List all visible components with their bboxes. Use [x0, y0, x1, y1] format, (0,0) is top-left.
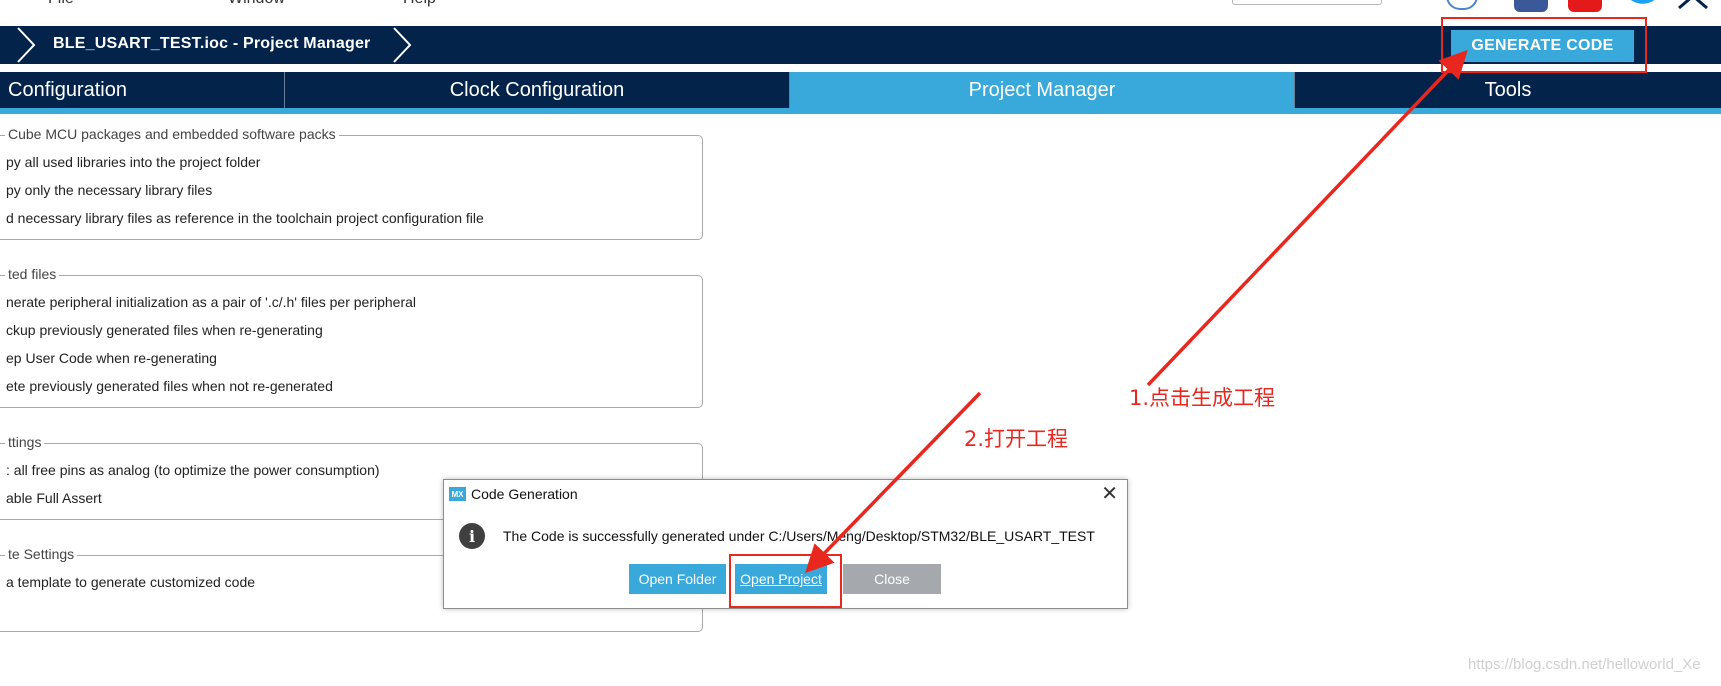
- menu-window[interactable]: Window: [228, 0, 285, 8]
- packs-legend: Cube MCU packages and embedded software …: [5, 126, 339, 142]
- tab-clock-configuration[interactable]: Clock Configuration: [285, 72, 790, 108]
- packs-option[interactable]: py only the necessary library files: [6, 182, 212, 198]
- generated-option[interactable]: ckup previously generated files when re-…: [6, 322, 323, 338]
- tab-bar: Configuration Clock Configuration Projec…: [0, 72, 1721, 108]
- search-input[interactable]: [1232, 0, 1382, 5]
- breadcrumb-chevron-icon: [17, 27, 36, 63]
- template-option[interactable]: a template to generate customized code: [6, 574, 255, 590]
- annotation-box-generate: [1441, 17, 1647, 73]
- tab-tools[interactable]: Tools: [1295, 72, 1721, 108]
- menu-file[interactable]: File: [48, 0, 74, 8]
- menu-help[interactable]: Help: [403, 0, 436, 8]
- generated-option[interactable]: ep User Code when re-generating: [6, 350, 217, 366]
- packs-option[interactable]: py all used libraries into the project f…: [6, 154, 260, 170]
- globe-icon[interactable]: [1446, 0, 1478, 10]
- open-folder-button[interactable]: Open Folder: [629, 564, 726, 594]
- twitter-icon[interactable]: [1624, 0, 1664, 8]
- tab-configuration[interactable]: Configuration: [0, 72, 285, 108]
- close-button[interactable]: Close: [843, 564, 941, 594]
- template-settings-legend: te Settings: [5, 546, 78, 562]
- close-icon[interactable]: ✕: [1101, 484, 1118, 504]
- facebook-icon[interactable]: [1514, 0, 1548, 12]
- network-icon[interactable]: [1675, 0, 1711, 10]
- packs-group: Cube MCU packages and embedded software …: [0, 126, 703, 240]
- generated-option[interactable]: nerate peripheral initialization as a pa…: [6, 294, 416, 310]
- tab-underline: [0, 108, 1721, 114]
- hal-option[interactable]: : all free pins as analog (to optimize t…: [6, 462, 380, 478]
- dialog-title: Code Generation: [471, 486, 578, 502]
- annotation-box-open-project: [729, 554, 842, 608]
- watermark: https://blog.csdn.net/helloworld_Xe: [1468, 656, 1701, 673]
- packs-option[interactable]: d necessary library files as reference i…: [6, 210, 484, 226]
- generated-files-legend: ted files: [5, 266, 60, 282]
- tab-project-manager[interactable]: Project Manager: [790, 72, 1295, 108]
- generated-option[interactable]: ete previously generated files when not …: [6, 378, 333, 394]
- annotation-step2: 2.打开工程: [964, 427, 1069, 451]
- hal-option[interactable]: able Full Assert: [6, 490, 102, 506]
- youtube-icon[interactable]: [1568, 0, 1602, 12]
- generated-files-group: ted files nerate peripheral initializati…: [0, 266, 703, 408]
- mx-logo-icon: MX: [449, 487, 466, 501]
- info-icon: i: [459, 523, 485, 549]
- annotation-step1: 1.点击生成工程: [1129, 386, 1276, 410]
- breadcrumb-chevron-icon: [393, 27, 412, 63]
- hal-settings-legend: ttings: [5, 434, 45, 450]
- dialog-message: The Code is successfully generated under…: [503, 528, 1095, 544]
- breadcrumb-title[interactable]: BLE_USART_TEST.ioc - Project Manager: [53, 35, 371, 53]
